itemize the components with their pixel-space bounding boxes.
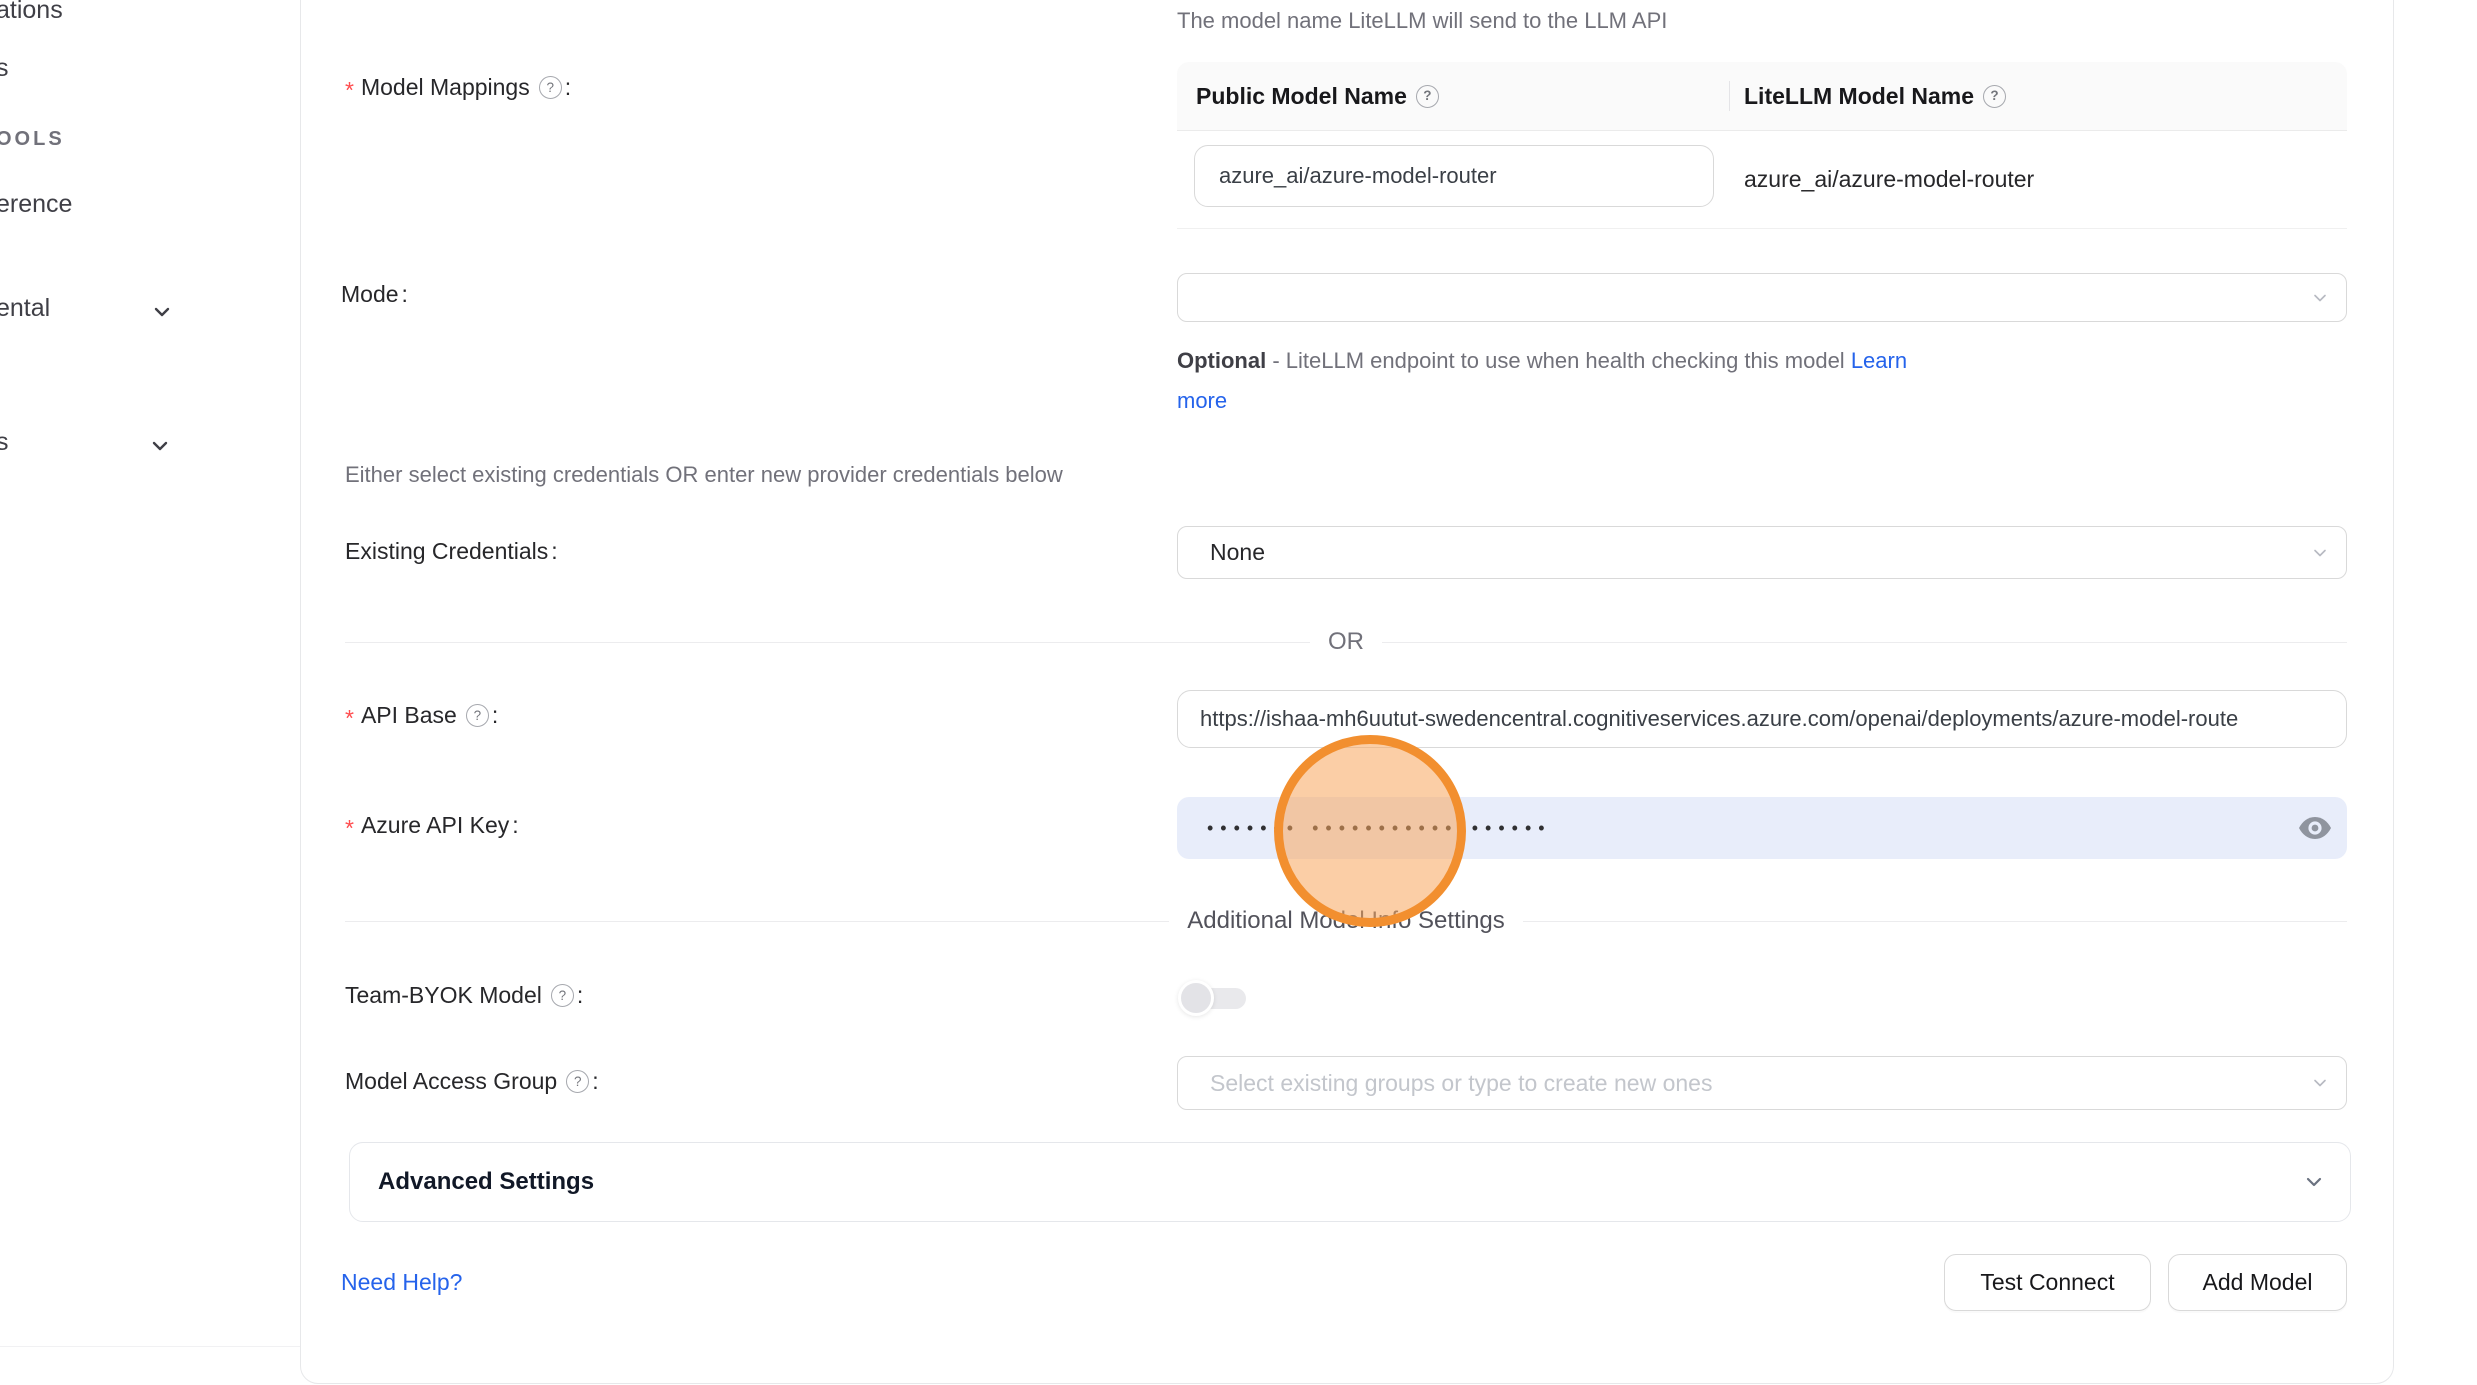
sidebar: ations s OOLS erence ental s [0,0,300,1385]
api-base-label-text: API Base [361,702,457,729]
team-byok-label: Team-BYOK Model ? : [345,982,583,1009]
advanced-settings-panel[interactable]: Advanced Settings [349,1142,2351,1222]
col-header-litellm-text: LiteLLM Model Name [1744,83,1974,110]
mode-select[interactable] [1177,273,2347,322]
model-name-hint: The model name LiteLLM will send to the … [1177,8,1667,34]
model-access-group-placeholder: Select existing groups or type to create… [1210,1070,1712,1097]
column-divider [1729,81,1730,111]
advanced-settings-title: Advanced Settings [378,1168,594,1196]
required-asterisk: * [345,77,354,104]
team-byok-label-text: Team-BYOK Model [345,982,542,1009]
label-colon: : [565,74,571,101]
chevron-down-icon [2302,1170,2326,1194]
col-header-public-model-name: Public Model Name ? [1196,62,1439,130]
add-model-page: ations s OOLS erence ental s The model n… [0,0,2477,1385]
help-circle-icon[interactable]: ? [1983,85,2006,108]
toggle-knob [1178,980,1214,1016]
model-mappings-label-text: Model Mappings [361,74,530,101]
chevron-down-icon [2310,543,2330,563]
help-circle-icon[interactable]: ? [551,984,574,1007]
sidebar-item-erence[interactable]: erence [0,190,72,219]
table-header-row: Public Model Name ? LiteLLM Model Name ? [1177,62,2347,131]
divider-line [345,642,1310,643]
azure-api-key-label-text: Azure API Key [361,812,509,839]
mode-helper-body: - LiteLLM endpoint to use when health ch… [1266,348,1851,373]
existing-credentials-value: None [1210,539,1265,566]
chevron-down-icon [2310,288,2330,308]
or-divider: OR [345,628,2347,656]
model-access-group-select[interactable]: Select existing groups or type to create… [1177,1056,2347,1110]
divider-line [1523,921,2347,922]
model-mappings-table: Public Model Name ? LiteLLM Model Name ?… [1177,62,2347,228]
required-asterisk: * [345,815,354,842]
sidebar-section-tools: OOLS [0,128,65,151]
test-connect-button[interactable]: Test Connect [1944,1254,2151,1311]
label-colon: : [402,281,408,308]
sidebar-item-ations[interactable]: ations [0,0,63,25]
model-access-group-label-text: Model Access Group [345,1068,557,1095]
col-header-public-text: Public Model Name [1196,83,1407,110]
click-pointer-indicator [1274,735,1466,927]
mode-label: Mode : [341,281,408,308]
model-access-group-label: Model Access Group ? : [345,1068,599,1095]
label-colon: : [512,812,518,839]
or-divider-text: OR [1310,628,1382,656]
optional-bold-text: Optional [1177,348,1266,373]
col-header-litellm-model-name: LiteLLM Model Name ? [1744,62,2006,130]
label-colon: : [592,1068,598,1095]
required-asterisk: * [345,705,354,732]
existing-credentials-label-text: Existing Credentials [345,538,548,565]
public-model-name-input[interactable]: azure_ai/azure-model-router [1194,145,1714,207]
help-circle-icon[interactable]: ? [466,704,489,727]
eye-icon[interactable] [2299,817,2331,840]
litellm-model-name-value: azure_ai/azure-model-router [1744,130,2034,228]
api-base-label: * API Base ? : [345,702,498,729]
api-base-value: https://ishaa-mh6uutut-swedencentral.cog… [1200,706,2238,732]
help-circle-icon[interactable]: ? [566,1070,589,1093]
divider-line [1382,642,2347,643]
help-circle-icon[interactable]: ? [1416,85,1439,108]
table-row: azure_ai/azure-model-router azure_ai/azu… [1177,130,2347,229]
label-colon: : [551,538,557,565]
sidebar-item-s1[interactable]: s [0,54,9,83]
existing-credentials-select[interactable]: None [1177,526,2347,579]
existing-credentials-label: Existing Credentials : [345,538,558,565]
mode-helper-text: Optional - LiteLLM endpoint to use when … [1177,341,1947,421]
azure-api-key-label: * Azure API Key : [345,812,519,839]
need-help-link[interactable]: Need Help? [341,1269,462,1296]
label-colon: : [577,982,583,1009]
model-mappings-label: * Model Mappings ? : [345,74,571,101]
chevron-down-icon [2310,1073,2330,1093]
chevron-down-icon[interactable] [148,434,172,463]
sidebar-item-ental[interactable]: ental [0,294,50,323]
credentials-hint: Either select existing credentials OR en… [345,462,1063,488]
add-model-button[interactable]: Add Model [2168,1254,2347,1311]
team-byok-toggle[interactable] [1180,988,1246,1009]
sidebar-item-s2[interactable]: s [0,428,9,457]
public-model-name-value: azure_ai/azure-model-router [1219,163,1497,189]
chevron-down-icon[interactable] [150,300,174,329]
help-circle-icon[interactable]: ? [539,76,562,99]
sidebar-divider [0,1346,300,1347]
label-colon: : [492,702,498,729]
mode-label-text: Mode [341,281,399,308]
divider-line [345,921,1169,922]
